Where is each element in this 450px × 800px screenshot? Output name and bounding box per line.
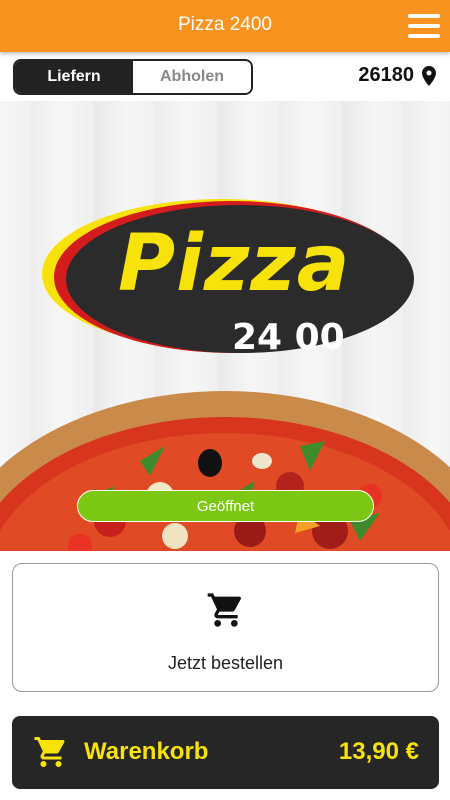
cart-icon: [207, 593, 242, 627]
pizza-image: [0, 391, 450, 551]
open-status-badge[interactable]: Geöffnet: [77, 490, 374, 522]
cart-button[interactable]: Warenkorb 13,90 €: [12, 716, 439, 789]
menu-icon[interactable]: [408, 14, 440, 38]
delivery-mode-toggle: Liefern Abholen: [13, 59, 253, 95]
zip-code: 26180: [358, 64, 414, 86]
app-title: Pizza 2400: [177, 14, 272, 35]
location-selector[interactable]: 26180: [358, 64, 436, 87]
cart-icon: [34, 737, 65, 767]
logo-number: 24 00: [232, 317, 345, 358]
cart-total: 13,90 €: [338, 738, 419, 765]
map-pin-icon: [422, 65, 436, 86]
logo-word: Pizza: [118, 219, 351, 309]
hero-banner: Pizza 24 00: [0, 101, 450, 551]
cart-label: Warenkorb: [84, 738, 209, 765]
order-now-label: Jetzt bestellen: [167, 653, 284, 673]
order-now-button[interactable]: Jetzt bestellen: [12, 563, 439, 692]
tab-abholen[interactable]: Abholen: [133, 61, 251, 93]
tab-liefern[interactable]: Liefern: [15, 61, 133, 93]
app-header: Pizza 2400: [0, 0, 450, 52]
